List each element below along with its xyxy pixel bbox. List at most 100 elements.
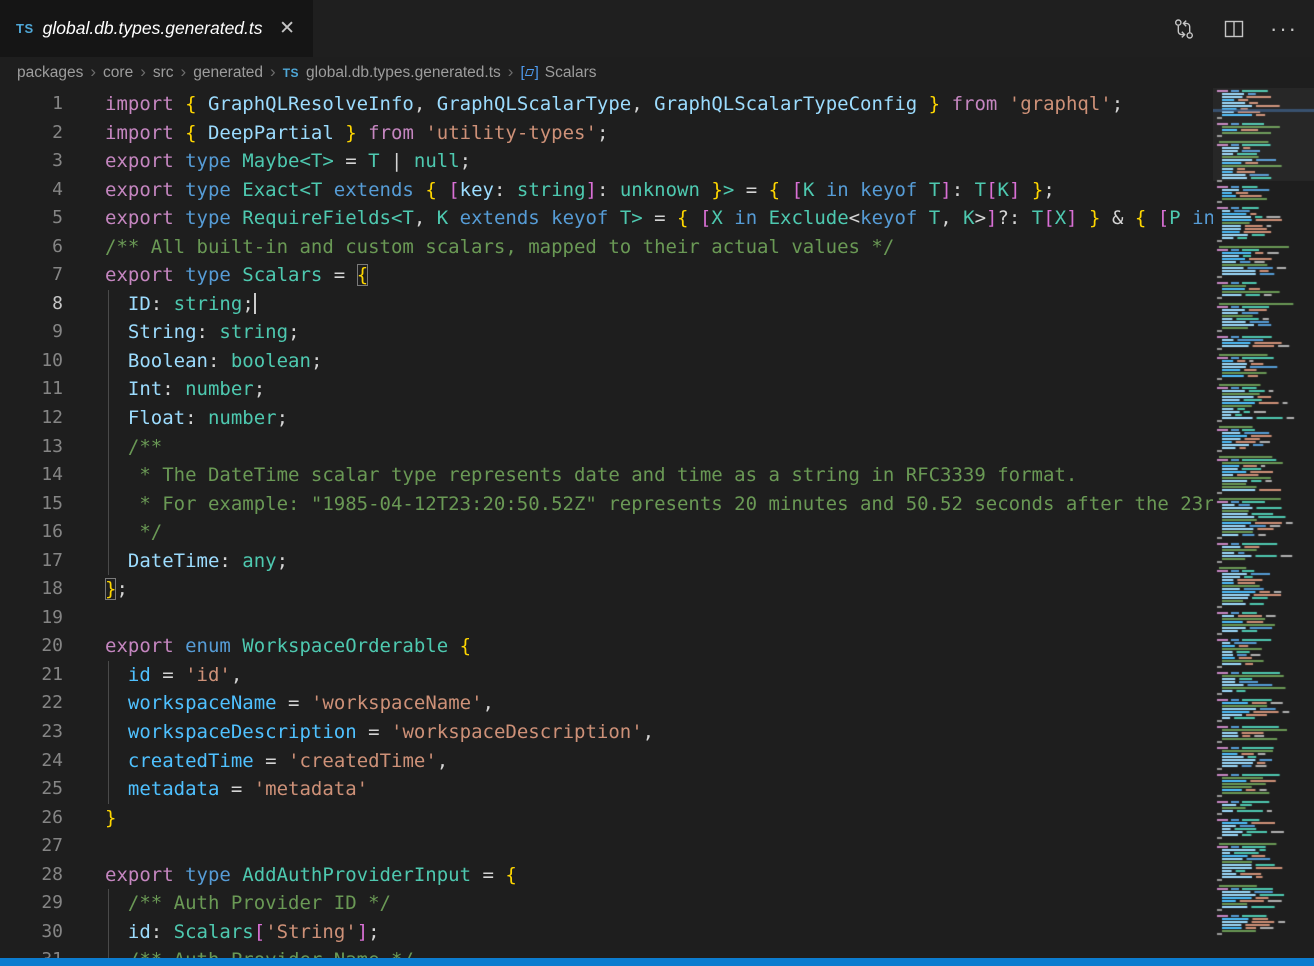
code-line[interactable]: 25 metadata = 'metadata' — [0, 775, 1213, 804]
line-number[interactable]: 27 — [0, 832, 63, 861]
code-token: 'metadata' — [254, 778, 368, 800]
tab-global-db-types-generated-ts[interactable]: TS global.db.types.generated.ts ✕ — [0, 0, 313, 57]
code-token: = — [334, 150, 368, 172]
line-number[interactable]: 24 — [0, 747, 63, 776]
line-number[interactable]: 31 — [0, 946, 63, 958]
line-number[interactable]: 16 — [0, 518, 63, 547]
code-line[interactable]: 30 id: Scalars['String']; — [0, 918, 1213, 947]
line-number[interactable]: 7 — [0, 261, 63, 290]
code-token: ; — [277, 550, 288, 572]
code-line[interactable]: 21 id = 'id', — [0, 661, 1213, 690]
code-line[interactable]: 9 String: string; — [0, 318, 1213, 347]
code-token: 'id' — [185, 664, 231, 686]
code-token: export — [105, 864, 185, 886]
line-number[interactable]: 25 — [0, 775, 63, 804]
indent-guide — [108, 661, 109, 690]
code-token: number — [185, 378, 254, 400]
code-token: , — [643, 721, 654, 743]
line-number[interactable]: 17 — [0, 547, 63, 576]
breadcrumb-core[interactable]: core — [103, 64, 133, 82]
compare-changes-icon[interactable] — [1172, 17, 1196, 41]
code-line[interactable]: 31 /** Auth Provider Name */ — [0, 946, 1213, 958]
code-token: ?: — [997, 207, 1031, 229]
editor-pane[interactable]: 1import { GraphQLResolveInfo, GraphQLSca… — [0, 88, 1314, 958]
code-line[interactable]: 2import { DeepPartial } from 'utility-ty… — [0, 119, 1213, 148]
code-line[interactable]: 27 — [0, 832, 1213, 861]
line-number[interactable]: 19 — [0, 604, 63, 633]
code-line[interactable]: 19 — [0, 604, 1213, 633]
code-line[interactable]: 4export type Exact<T extends { [key: str… — [0, 176, 1213, 205]
line-number[interactable]: 20 — [0, 632, 63, 661]
code-token: [ — [254, 921, 265, 943]
line-number[interactable]: 15 — [0, 490, 63, 519]
code-line[interactable]: 7export type Scalars = { — [0, 261, 1213, 290]
code-line[interactable]: 23 workspaceDescription = 'workspaceDesc… — [0, 718, 1213, 747]
code-line[interactable]: 15 * For example: "1985-04-12T23:20:50.5… — [0, 490, 1213, 519]
line-number[interactable]: 29 — [0, 889, 63, 918]
code-line[interactable]: 5export type RequireFields<T, K extends … — [0, 204, 1213, 233]
code-line[interactable]: 6/** All built-in and custom scalars, ma… — [0, 233, 1213, 262]
line-number[interactable]: 6 — [0, 233, 63, 262]
line-number[interactable]: 14 — [0, 461, 63, 490]
minimap[interactable] — [1213, 88, 1314, 950]
code-line[interactable]: 11 Int: number; — [0, 375, 1213, 404]
line-number[interactable]: 13 — [0, 433, 63, 462]
code-token: in — [1181, 207, 1213, 229]
line-number[interactable]: 18 — [0, 575, 63, 604]
code-token: { — [505, 864, 516, 886]
code-line[interactable]: 22 workspaceName = 'workspaceName', — [0, 689, 1213, 718]
code-token: in — [723, 207, 769, 229]
indent-guide — [108, 490, 109, 519]
line-number[interactable]: 2 — [0, 119, 63, 148]
code-line[interactable]: 14 * The DateTime scalar type represents… — [0, 461, 1213, 490]
more-actions-icon[interactable]: ··· — [1272, 17, 1296, 41]
code-line[interactable]: 18}; — [0, 575, 1213, 604]
line-number[interactable]: 21 — [0, 661, 63, 690]
code-token: [ — [1043, 207, 1054, 229]
close-icon[interactable]: ✕ — [273, 15, 301, 42]
code-line[interactable]: 8 ID: string; — [0, 290, 1213, 319]
line-number[interactable]: 10 — [0, 347, 63, 376]
code-token: 'createdTime' — [288, 750, 437, 772]
line-number[interactable]: 1 — [0, 90, 63, 119]
code-line[interactable]: 28export type AddAuthProviderInput = { — [0, 861, 1213, 890]
breadcrumb-generated[interactable]: generated — [193, 64, 263, 82]
line-number[interactable]: 8 — [0, 290, 63, 319]
code-token: = — [219, 778, 253, 800]
line-number[interactable]: 22 — [0, 689, 63, 718]
code-line[interactable]: 24 createdTime = 'createdTime', — [0, 747, 1213, 776]
code-token: GraphQLResolveInfo — [208, 93, 414, 115]
split-editor-icon[interactable] — [1222, 17, 1246, 41]
line-number[interactable]: 4 — [0, 176, 63, 205]
code-line[interactable]: 12 Float: number; — [0, 404, 1213, 433]
line-number[interactable]: 28 — [0, 861, 63, 890]
code-line[interactable]: 1import { GraphQLResolveInfo, GraphQLSca… — [0, 90, 1213, 119]
line-number[interactable]: 26 — [0, 804, 63, 833]
code-line[interactable]: 17 DateTime: any; — [0, 547, 1213, 576]
line-number[interactable]: 30 — [0, 918, 63, 947]
code-token: } — [1020, 179, 1043, 201]
code-line[interactable]: 16 */ — [0, 518, 1213, 547]
code-line[interactable]: 13 /** — [0, 433, 1213, 462]
line-number[interactable]: 3 — [0, 147, 63, 176]
code-token: > — [723, 179, 734, 201]
line-number[interactable]: 12 — [0, 404, 63, 433]
line-number[interactable]: 23 — [0, 718, 63, 747]
code-line[interactable]: 26} — [0, 804, 1213, 833]
breadcrumb-file[interactable]: TS global.db.types.generated.ts — [283, 64, 501, 82]
code-token: ID — [128, 293, 151, 315]
breadcrumb-src[interactable]: src — [153, 64, 174, 82]
breadcrumb-packages[interactable]: packages — [17, 64, 83, 82]
breadcrumb-symbol-scalars[interactable]: [] Scalars — [520, 64, 596, 82]
code-area[interactable]: 1import { GraphQLResolveInfo, GraphQLSca… — [0, 90, 1213, 958]
code-token: in — [814, 179, 860, 201]
code-line[interactable]: 3export type Maybe<T> = T | null; — [0, 147, 1213, 176]
code-token: : — [185, 407, 208, 429]
line-number[interactable]: 11 — [0, 375, 63, 404]
code-line[interactable]: 10 Boolean: boolean; — [0, 347, 1213, 376]
code-token: ] — [1066, 207, 1077, 229]
code-line[interactable]: 20export enum WorkspaceOrderable { — [0, 632, 1213, 661]
line-number[interactable]: 9 — [0, 318, 63, 347]
code-line[interactable]: 29 /** Auth Provider ID */ — [0, 889, 1213, 918]
line-number[interactable]: 5 — [0, 204, 63, 233]
